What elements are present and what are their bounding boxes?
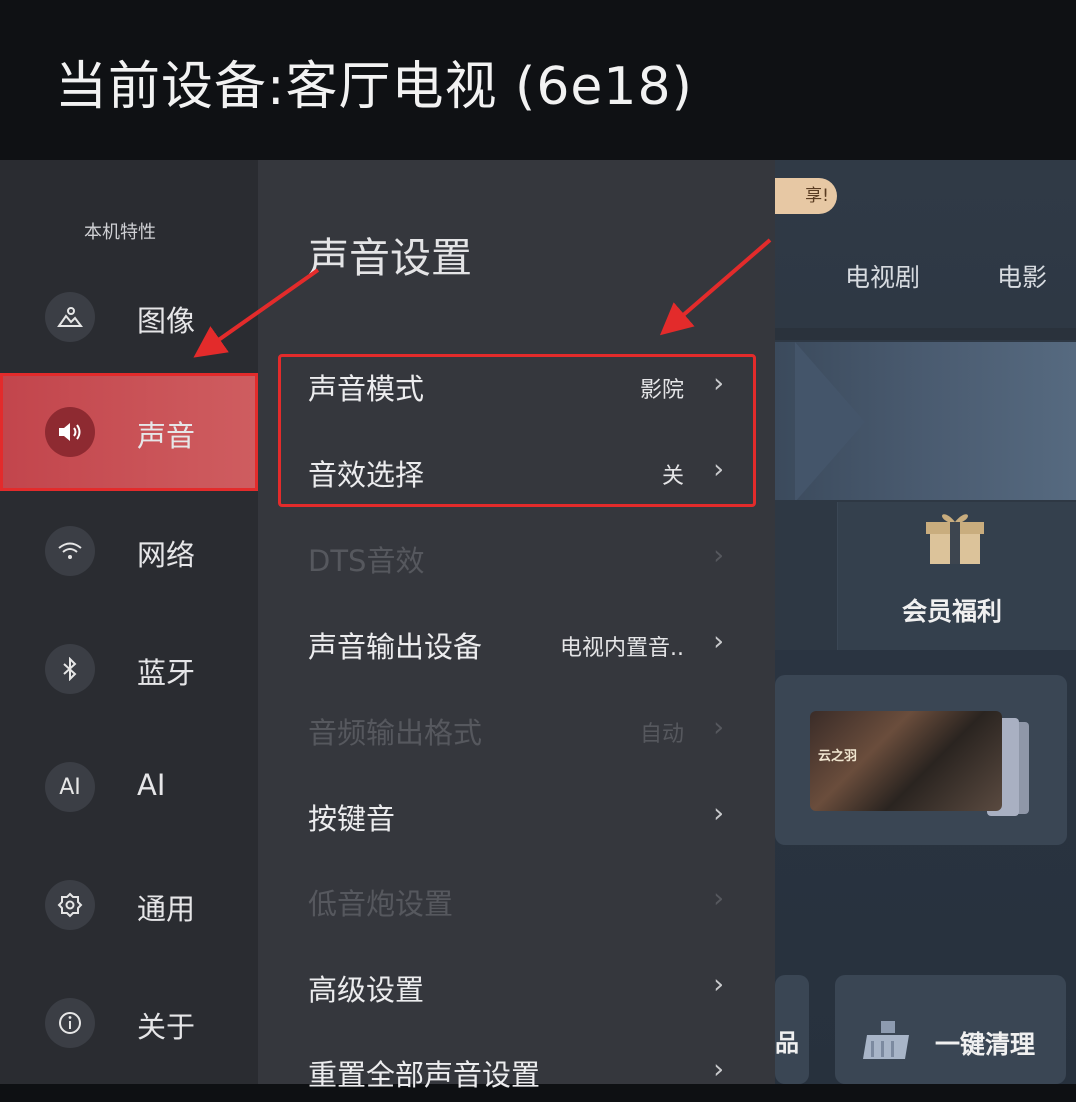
annotation-arrow-to-sound — [193, 268, 320, 358]
annotation-arrow-to-box — [659, 238, 772, 336]
annotation-arrows — [193, 238, 772, 358]
